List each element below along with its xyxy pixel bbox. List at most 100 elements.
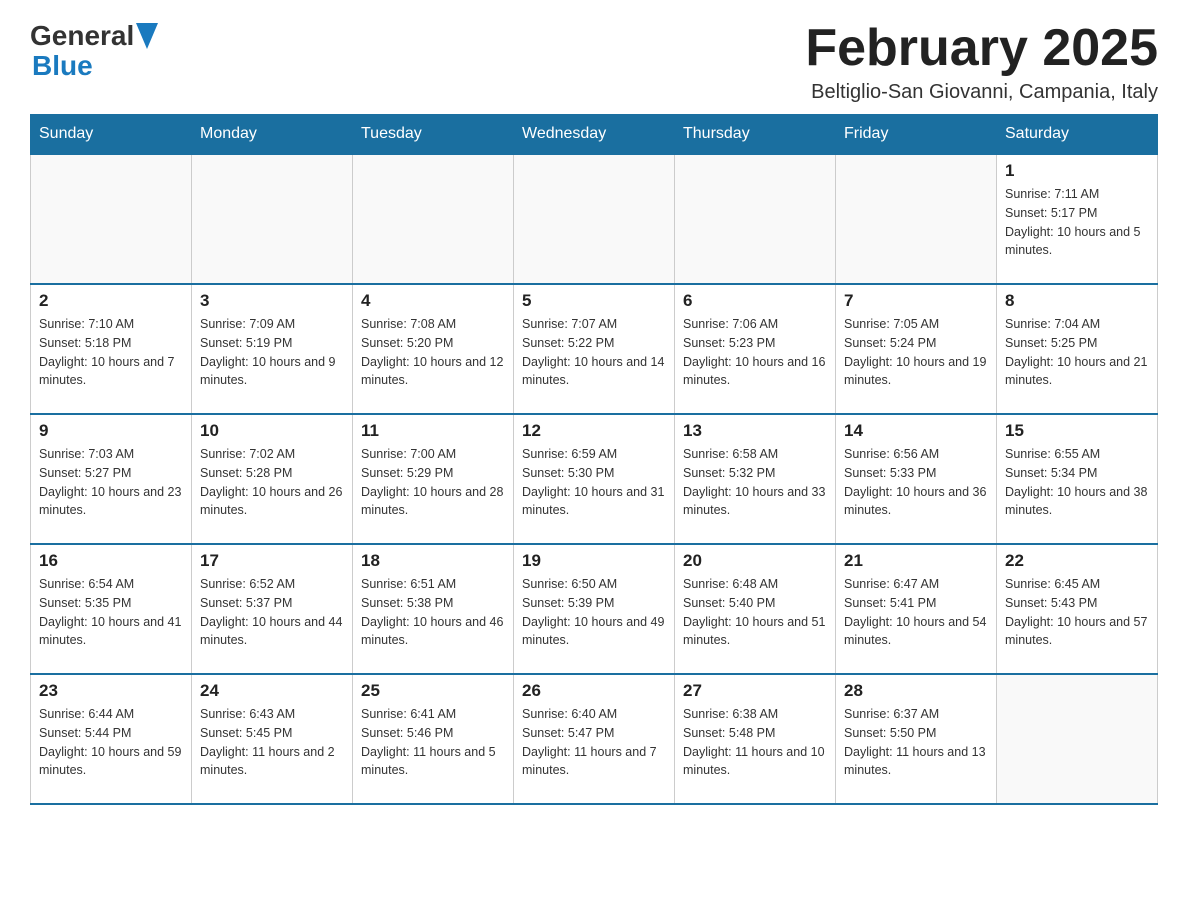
day-number: 7 (844, 291, 988, 311)
day-of-week-header: Friday (836, 115, 997, 155)
day-number: 24 (200, 681, 344, 701)
day-info: Sunrise: 6:58 AM Sunset: 5:32 PM Dayligh… (683, 445, 827, 520)
calendar-cell: 7 Sunrise: 7:05 AM Sunset: 5:24 PM Daylig… (836, 284, 997, 414)
calendar-cell: 4 Sunrise: 7:08 AM Sunset: 5:20 PM Daylig… (353, 284, 514, 414)
calendar-week-row: 2 Sunrise: 7:10 AM Sunset: 5:18 PM Daylig… (31, 284, 1158, 414)
calendar-cell: 24 Sunrise: 6:43 AM Sunset: 5:45 PM Dayli… (192, 674, 353, 804)
month-title: February 2025 (805, 20, 1158, 77)
calendar-cell: 16 Sunrise: 6:54 AM Sunset: 5:35 PM Dayli… (31, 544, 192, 674)
calendar-cell: 18 Sunrise: 6:51 AM Sunset: 5:38 PM Dayli… (353, 544, 514, 674)
calendar-cell: 9 Sunrise: 7:03 AM Sunset: 5:27 PM Daylig… (31, 414, 192, 544)
day-of-week-header: Saturday (997, 115, 1158, 155)
calendar-cell: 17 Sunrise: 6:52 AM Sunset: 5:37 PM Dayli… (192, 544, 353, 674)
day-info: Sunrise: 6:44 AM Sunset: 5:44 PM Dayligh… (39, 705, 183, 780)
calendar-week-row: 16 Sunrise: 6:54 AM Sunset: 5:35 PM Dayli… (31, 544, 1158, 674)
day-info: Sunrise: 6:59 AM Sunset: 5:30 PM Dayligh… (522, 445, 666, 520)
day-info: Sunrise: 7:04 AM Sunset: 5:25 PM Dayligh… (1005, 315, 1149, 390)
day-number: 4 (361, 291, 505, 311)
day-info: Sunrise: 6:52 AM Sunset: 5:37 PM Dayligh… (200, 575, 344, 650)
day-number: 26 (522, 681, 666, 701)
day-number: 17 (200, 551, 344, 571)
day-number: 5 (522, 291, 666, 311)
day-info: Sunrise: 6:55 AM Sunset: 5:34 PM Dayligh… (1005, 445, 1149, 520)
calendar-header-row: SundayMondayTuesdayWednesdayThursdayFrid… (31, 115, 1158, 155)
calendar-cell: 12 Sunrise: 6:59 AM Sunset: 5:30 PM Dayli… (514, 414, 675, 544)
day-number: 1 (1005, 161, 1149, 181)
calendar-cell (836, 154, 997, 284)
day-info: Sunrise: 7:11 AM Sunset: 5:17 PM Dayligh… (1005, 185, 1149, 260)
day-of-week-header: Thursday (675, 115, 836, 155)
day-info: Sunrise: 7:07 AM Sunset: 5:22 PM Dayligh… (522, 315, 666, 390)
day-info: Sunrise: 7:00 AM Sunset: 5:29 PM Dayligh… (361, 445, 505, 520)
day-number: 2 (39, 291, 183, 311)
day-info: Sunrise: 7:10 AM Sunset: 5:18 PM Dayligh… (39, 315, 183, 390)
day-number: 8 (1005, 291, 1149, 311)
header: General Blue February 2025 Beltiglio-San… (30, 20, 1158, 104)
day-info: Sunrise: 7:06 AM Sunset: 5:23 PM Dayligh… (683, 315, 827, 390)
day-number: 25 (361, 681, 505, 701)
calendar-cell (31, 154, 192, 284)
calendar-cell: 19 Sunrise: 6:50 AM Sunset: 5:39 PM Dayli… (514, 544, 675, 674)
calendar-week-row: 23Sunrise: 6:44 AM Sunset: 5:44 PM Dayli… (31, 674, 1158, 804)
day-number: 19 (522, 551, 666, 571)
day-info: Sunrise: 6:54 AM Sunset: 5:35 PM Dayligh… (39, 575, 183, 650)
day-of-week-header: Wednesday (514, 115, 675, 155)
calendar-cell: 15 Sunrise: 6:55 AM Sunset: 5:34 PM Dayli… (997, 414, 1158, 544)
calendar-week-row: 1 Sunrise: 7:11 AM Sunset: 5:17 PM Daylig… (31, 154, 1158, 284)
calendar-cell (997, 674, 1158, 804)
day-number: 27 (683, 681, 827, 701)
day-info: Sunrise: 6:38 AM Sunset: 5:48 PM Dayligh… (683, 705, 827, 780)
day-number: 10 (200, 421, 344, 441)
day-number: 20 (683, 551, 827, 571)
calendar-cell (675, 154, 836, 284)
day-number: 3 (200, 291, 344, 311)
day-info: Sunrise: 6:40 AM Sunset: 5:47 PM Dayligh… (522, 705, 666, 780)
title-block: February 2025 Beltiglio-San Giovanni, Ca… (805, 20, 1158, 104)
calendar-cell: 23Sunrise: 6:44 AM Sunset: 5:44 PM Dayli… (31, 674, 192, 804)
day-info: Sunrise: 6:51 AM Sunset: 5:38 PM Dayligh… (361, 575, 505, 650)
calendar-cell: 11Sunrise: 7:00 AM Sunset: 5:29 PM Dayli… (353, 414, 514, 544)
day-number: 16 (39, 551, 183, 571)
day-of-week-header: Monday (192, 115, 353, 155)
calendar-cell: 6 Sunrise: 7:06 AM Sunset: 5:23 PM Daylig… (675, 284, 836, 414)
calendar-cell: 28 Sunrise: 6:37 AM Sunset: 5:50 PM Dayli… (836, 674, 997, 804)
day-info: Sunrise: 6:43 AM Sunset: 5:45 PM Dayligh… (200, 705, 344, 780)
day-number: 13 (683, 421, 827, 441)
day-info: Sunrise: 6:47 AM Sunset: 5:41 PM Dayligh… (844, 575, 988, 650)
day-number: 21 (844, 551, 988, 571)
day-number: 18 (361, 551, 505, 571)
day-info: Sunrise: 7:02 AM Sunset: 5:28 PM Dayligh… (200, 445, 344, 520)
calendar-cell: 8 Sunrise: 7:04 AM Sunset: 5:25 PM Daylig… (997, 284, 1158, 414)
calendar-week-row: 9 Sunrise: 7:03 AM Sunset: 5:27 PM Daylig… (31, 414, 1158, 544)
day-number: 28 (844, 681, 988, 701)
calendar-cell: 1 Sunrise: 7:11 AM Sunset: 5:17 PM Daylig… (997, 154, 1158, 284)
day-number: 15 (1005, 421, 1149, 441)
day-info: Sunrise: 7:09 AM Sunset: 5:19 PM Dayligh… (200, 315, 344, 390)
day-number: 6 (683, 291, 827, 311)
day-number: 9 (39, 421, 183, 441)
day-of-week-header: Sunday (31, 115, 192, 155)
calendar-cell (353, 154, 514, 284)
day-number: 22 (1005, 551, 1149, 571)
calendar-cell (514, 154, 675, 284)
day-number: 12 (522, 421, 666, 441)
calendar-cell: 10 Sunrise: 7:02 AM Sunset: 5:28 PM Dayli… (192, 414, 353, 544)
calendar-cell: 2 Sunrise: 7:10 AM Sunset: 5:18 PM Daylig… (31, 284, 192, 414)
day-info: Sunrise: 6:45 AM Sunset: 5:43 PM Dayligh… (1005, 575, 1149, 650)
day-info: Sunrise: 7:08 AM Sunset: 5:20 PM Dayligh… (361, 315, 505, 390)
calendar-cell: 27 Sunrise: 6:38 AM Sunset: 5:48 PM Dayli… (675, 674, 836, 804)
logo-triangle-icon (136, 23, 158, 49)
calendar-cell: 14Sunrise: 6:56 AM Sunset: 5:33 PM Dayli… (836, 414, 997, 544)
day-info: Sunrise: 6:37 AM Sunset: 5:50 PM Dayligh… (844, 705, 988, 780)
calendar-cell (192, 154, 353, 284)
day-info: Sunrise: 6:48 AM Sunset: 5:40 PM Dayligh… (683, 575, 827, 650)
day-info: Sunrise: 7:03 AM Sunset: 5:27 PM Dayligh… (39, 445, 183, 520)
day-info: Sunrise: 7:05 AM Sunset: 5:24 PM Dayligh… (844, 315, 988, 390)
day-info: Sunrise: 6:50 AM Sunset: 5:39 PM Dayligh… (522, 575, 666, 650)
day-number: 14 (844, 421, 988, 441)
calendar-cell: 3 Sunrise: 7:09 AM Sunset: 5:19 PM Daylig… (192, 284, 353, 414)
day-info: Sunrise: 6:41 AM Sunset: 5:46 PM Dayligh… (361, 705, 505, 780)
calendar: SundayMondayTuesdayWednesdayThursdayFrid… (30, 114, 1158, 805)
calendar-cell: 25 Sunrise: 6:41 AM Sunset: 5:46 PM Dayli… (353, 674, 514, 804)
logo-blue-text: Blue (32, 50, 93, 81)
